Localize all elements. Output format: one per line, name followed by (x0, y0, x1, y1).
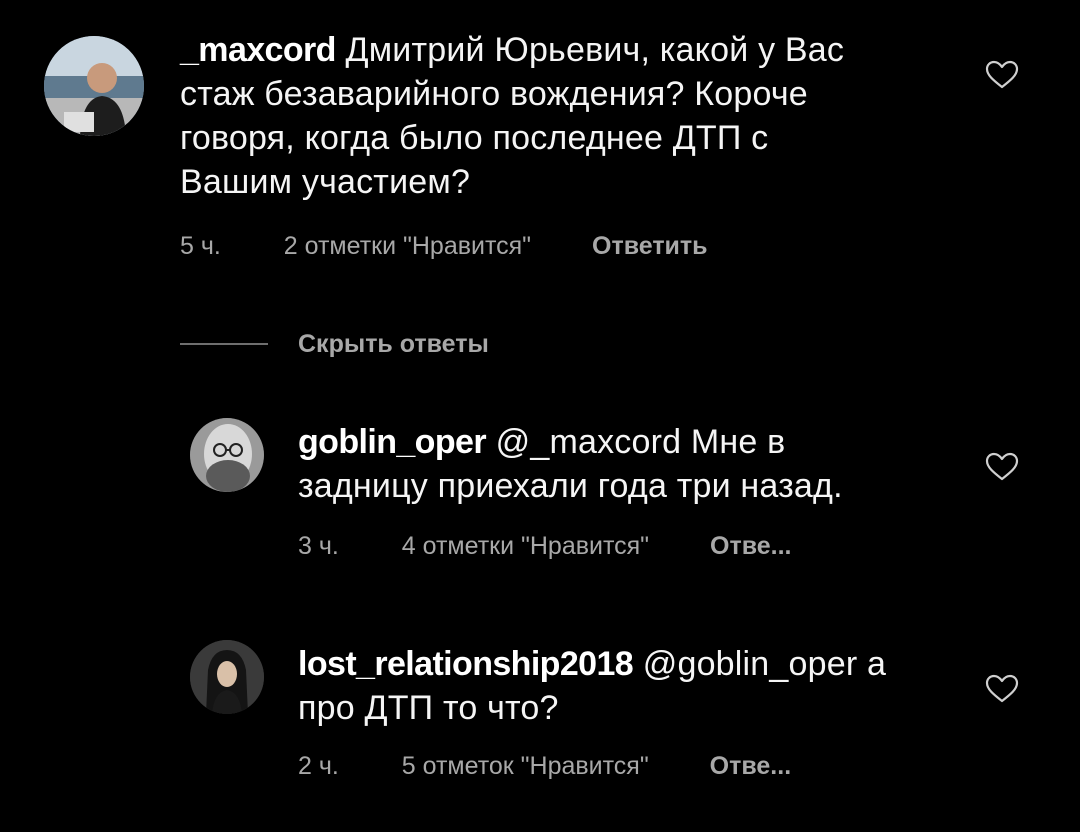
reply-body: lost_relationship2018 @goblin_oper а про… (298, 642, 968, 730)
reply-text: @_maxcord Мне в (485, 423, 786, 461)
reply-likes[interactable]: 5 отметок "Нравится" (402, 752, 649, 781)
bearded-man-glasses-avatar-icon (190, 418, 264, 492)
reply-username[interactable]: lost_relationship2018 (298, 645, 634, 683)
comment-line: стаж безаварийного вождения? Короче (180, 75, 808, 113)
comment-username[interactable]: _maxcord (180, 31, 336, 69)
comment-meta: 5 ч. 2 отметки "Нравится" Ответить (180, 232, 708, 261)
comment-time: 5 ч. (180, 232, 221, 260)
heart-outline-icon[interactable] (985, 60, 1019, 90)
reply-meta: 3 ч. 4 отметки "Нравится" Отве... (298, 532, 792, 561)
hide-replies-label[interactable]: Скрыть ответы (298, 330, 489, 359)
avatar[interactable] (190, 640, 264, 714)
reply-line: про ДТП то что? (298, 689, 559, 727)
reply-meta: 2 ч. 5 отметок "Нравится" Отве... (298, 752, 791, 781)
reply-likes[interactable]: 4 отметки "Нравится" (402, 532, 649, 561)
long-hair-person-avatar-icon (190, 640, 264, 714)
heart-outline-icon[interactable] (985, 452, 1019, 482)
reply-time: 2 ч. (298, 752, 339, 780)
avatar[interactable] (190, 418, 264, 492)
comment-likes[interactable]: 2 отметки "Нравится" (284, 232, 531, 261)
man-at-desk-avatar-icon (44, 36, 144, 136)
reply-body: goblin_oper @_maxcord Мне в задницу прие… (298, 420, 958, 508)
reply-line: lost_relationship2018 @goblin_oper а (298, 642, 968, 686)
comment-line: Вашим участием? (180, 163, 471, 201)
reply-button[interactable]: Отве... (710, 752, 791, 781)
reply-line: задницу приехали года три назад. (298, 467, 843, 505)
comment-body: _maxcord Дмитрий Юрьевич, какой у Вас ст… (180, 28, 960, 204)
reply-time: 3 ч. (298, 532, 339, 560)
reply-text: @goblin_oper а (633, 645, 887, 683)
hide-replies-toggle[interactable]: Скрыть ответы (180, 324, 489, 364)
avatar[interactable] (44, 36, 144, 136)
comment-text: Дмитрий Юрьевич, какой у Вас (335, 31, 845, 69)
reply-line: goblin_oper @_maxcord Мне в (298, 420, 958, 464)
reply-username[interactable]: goblin_oper (298, 423, 487, 461)
comment-line: _maxcord Дмитрий Юрьевич, какой у Вас (180, 28, 960, 72)
reply-button[interactable]: Отве... (710, 532, 791, 561)
divider-line (180, 343, 268, 345)
heart-outline-icon[interactable] (985, 674, 1019, 704)
comment-line: говоря, когда было последнее ДТП с (180, 119, 769, 157)
reply-button[interactable]: Ответить (592, 232, 708, 261)
